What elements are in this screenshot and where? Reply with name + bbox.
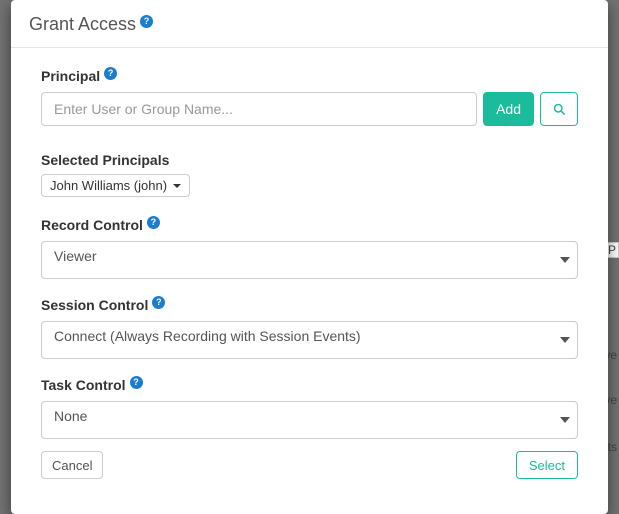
session-control-block: Session Control ? Connect (Always Record… [41, 297, 578, 359]
session-control-select-wrap: Connect (Always Recording with Session E… [41, 321, 578, 359]
task-control-label-text: Task Control [41, 377, 126, 393]
task-control-select-wrap: None [41, 401, 578, 439]
session-control-label-text: Session Control [41, 297, 148, 313]
record-control-label: Record Control ? [41, 217, 160, 233]
search-button[interactable] [540, 92, 578, 126]
modal-header: Grant Access ? [11, 0, 608, 48]
help-icon[interactable]: ? [140, 15, 153, 28]
principal-input[interactable] [41, 92, 477, 126]
grant-access-modal: Grant Access ? Principal ? Add Selected [11, 0, 608, 514]
search-icon [553, 102, 565, 116]
cancel-button[interactable]: Cancel [41, 451, 103, 479]
modal-title: Grant Access ? [29, 14, 153, 35]
task-control-select[interactable]: None [41, 401, 578, 439]
help-icon[interactable]: ? [152, 296, 165, 309]
add-button[interactable]: Add [483, 92, 534, 126]
record-control-block: Record Control ? Viewer [41, 217, 578, 279]
task-control-block: Task Control ? None [41, 377, 578, 439]
modal-body: Principal ? Add Selected Principals John… [11, 48, 608, 514]
session-control-label: Session Control ? [41, 297, 165, 313]
principal-chip[interactable]: John Williams (john) [41, 174, 190, 197]
principal-label: Principal ? [41, 68, 117, 84]
select-button[interactable]: Select [516, 451, 578, 479]
selected-principals-label: Selected Principals [41, 152, 578, 168]
principal-label-text: Principal [41, 68, 100, 84]
modal-title-text: Grant Access [29, 14, 136, 35]
task-control-label: Task Control ? [41, 377, 143, 393]
record-control-select[interactable]: Viewer [41, 241, 578, 279]
principal-input-row: Add [41, 92, 578, 126]
help-icon[interactable]: ? [147, 216, 160, 229]
chevron-down-icon [173, 184, 181, 188]
session-control-select[interactable]: Connect (Always Recording with Session E… [41, 321, 578, 359]
modal-backdrop: P ve ve ts Grant Access ? Principal ? Ad… [0, 0, 619, 514]
record-control-select-wrap: Viewer [41, 241, 578, 279]
help-icon[interactable]: ? [104, 67, 117, 80]
modal-footer: Cancel Select [41, 449, 578, 501]
record-control-label-text: Record Control [41, 217, 143, 233]
principal-chip-label: John Williams (john) [50, 178, 167, 193]
help-icon[interactable]: ? [130, 376, 143, 389]
